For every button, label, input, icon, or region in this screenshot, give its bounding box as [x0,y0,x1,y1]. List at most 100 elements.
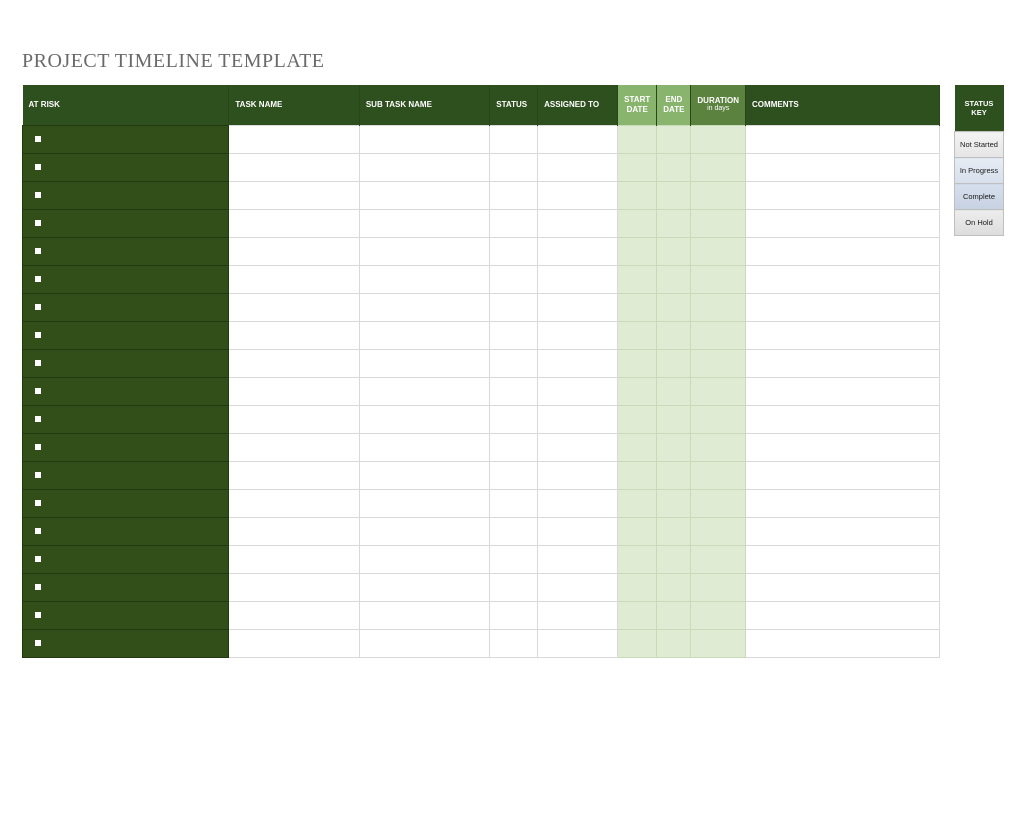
cell-at-risk[interactable] [23,573,229,601]
cell-task-name[interactable] [229,489,359,517]
cell-status[interactable] [490,573,538,601]
cell-status[interactable] [490,153,538,181]
cell-start-date[interactable] [618,517,657,545]
cell-duration[interactable] [691,601,746,629]
cell-end-date[interactable] [657,181,691,209]
cell-at-risk[interactable] [23,321,229,349]
cell-sub-task[interactable] [359,237,489,265]
cell-end-date[interactable] [657,377,691,405]
cell-at-risk[interactable] [23,377,229,405]
cell-duration[interactable] [691,405,746,433]
cell-end-date[interactable] [657,433,691,461]
cell-comments[interactable] [746,209,940,237]
cell-status[interactable] [490,293,538,321]
cell-status[interactable] [490,349,538,377]
cell-sub-task[interactable] [359,489,489,517]
cell-comments[interactable] [746,321,940,349]
cell-comments[interactable] [746,629,940,657]
cell-duration[interactable] [691,321,746,349]
cell-duration[interactable] [691,377,746,405]
cell-start-date[interactable] [618,265,657,293]
cell-comments[interactable] [746,433,940,461]
cell-start-date[interactable] [618,181,657,209]
cell-sub-task[interactable] [359,377,489,405]
cell-sub-task[interactable] [359,433,489,461]
cell-at-risk[interactable] [23,125,229,153]
cell-task-name[interactable] [229,405,359,433]
cell-at-risk[interactable] [23,209,229,237]
cell-end-date[interactable] [657,461,691,489]
cell-duration[interactable] [691,237,746,265]
cell-comments[interactable] [746,405,940,433]
cell-sub-task[interactable] [359,209,489,237]
cell-at-risk[interactable] [23,153,229,181]
cell-comments[interactable] [746,517,940,545]
cell-status[interactable] [490,433,538,461]
cell-duration[interactable] [691,489,746,517]
cell-status[interactable] [490,209,538,237]
cell-comments[interactable] [746,461,940,489]
cell-sub-task[interactable] [359,601,489,629]
cell-start-date[interactable] [618,321,657,349]
cell-task-name[interactable] [229,377,359,405]
cell-end-date[interactable] [657,349,691,377]
cell-sub-task[interactable] [359,293,489,321]
cell-status[interactable] [490,517,538,545]
cell-duration[interactable] [691,181,746,209]
cell-assigned[interactable] [538,209,618,237]
cell-end-date[interactable] [657,209,691,237]
cell-comments[interactable] [746,573,940,601]
cell-assigned[interactable] [538,629,618,657]
cell-start-date[interactable] [618,433,657,461]
cell-comments[interactable] [746,489,940,517]
cell-start-date[interactable] [618,545,657,573]
cell-duration[interactable] [691,265,746,293]
cell-task-name[interactable] [229,237,359,265]
cell-duration[interactable] [691,209,746,237]
cell-at-risk[interactable] [23,293,229,321]
cell-status[interactable] [490,405,538,433]
cell-at-risk[interactable] [23,265,229,293]
cell-assigned[interactable] [538,237,618,265]
cell-end-date[interactable] [657,601,691,629]
cell-status[interactable] [490,265,538,293]
cell-assigned[interactable] [538,377,618,405]
cell-comments[interactable] [746,545,940,573]
cell-start-date[interactable] [618,601,657,629]
cell-task-name[interactable] [229,433,359,461]
cell-status[interactable] [490,237,538,265]
cell-task-name[interactable] [229,181,359,209]
cell-status[interactable] [490,181,538,209]
cell-assigned[interactable] [538,125,618,153]
cell-comments[interactable] [746,265,940,293]
cell-assigned[interactable] [538,349,618,377]
cell-start-date[interactable] [618,489,657,517]
cell-assigned[interactable] [538,181,618,209]
cell-status[interactable] [490,545,538,573]
cell-start-date[interactable] [618,209,657,237]
cell-assigned[interactable] [538,433,618,461]
cell-status[interactable] [490,461,538,489]
cell-at-risk[interactable] [23,629,229,657]
cell-duration[interactable] [691,545,746,573]
cell-comments[interactable] [746,153,940,181]
cell-task-name[interactable] [229,349,359,377]
cell-start-date[interactable] [618,349,657,377]
cell-start-date[interactable] [618,293,657,321]
cell-start-date[interactable] [618,629,657,657]
cell-at-risk[interactable] [23,433,229,461]
cell-assigned[interactable] [538,321,618,349]
cell-at-risk[interactable] [23,405,229,433]
cell-task-name[interactable] [229,153,359,181]
cell-at-risk[interactable] [23,517,229,545]
cell-assigned[interactable] [538,153,618,181]
cell-comments[interactable] [746,377,940,405]
cell-status[interactable] [490,629,538,657]
cell-at-risk[interactable] [23,181,229,209]
cell-assigned[interactable] [538,405,618,433]
cell-sub-task[interactable] [359,405,489,433]
cell-end-date[interactable] [657,489,691,517]
cell-assigned[interactable] [538,601,618,629]
cell-duration[interactable] [691,517,746,545]
cell-duration[interactable] [691,629,746,657]
